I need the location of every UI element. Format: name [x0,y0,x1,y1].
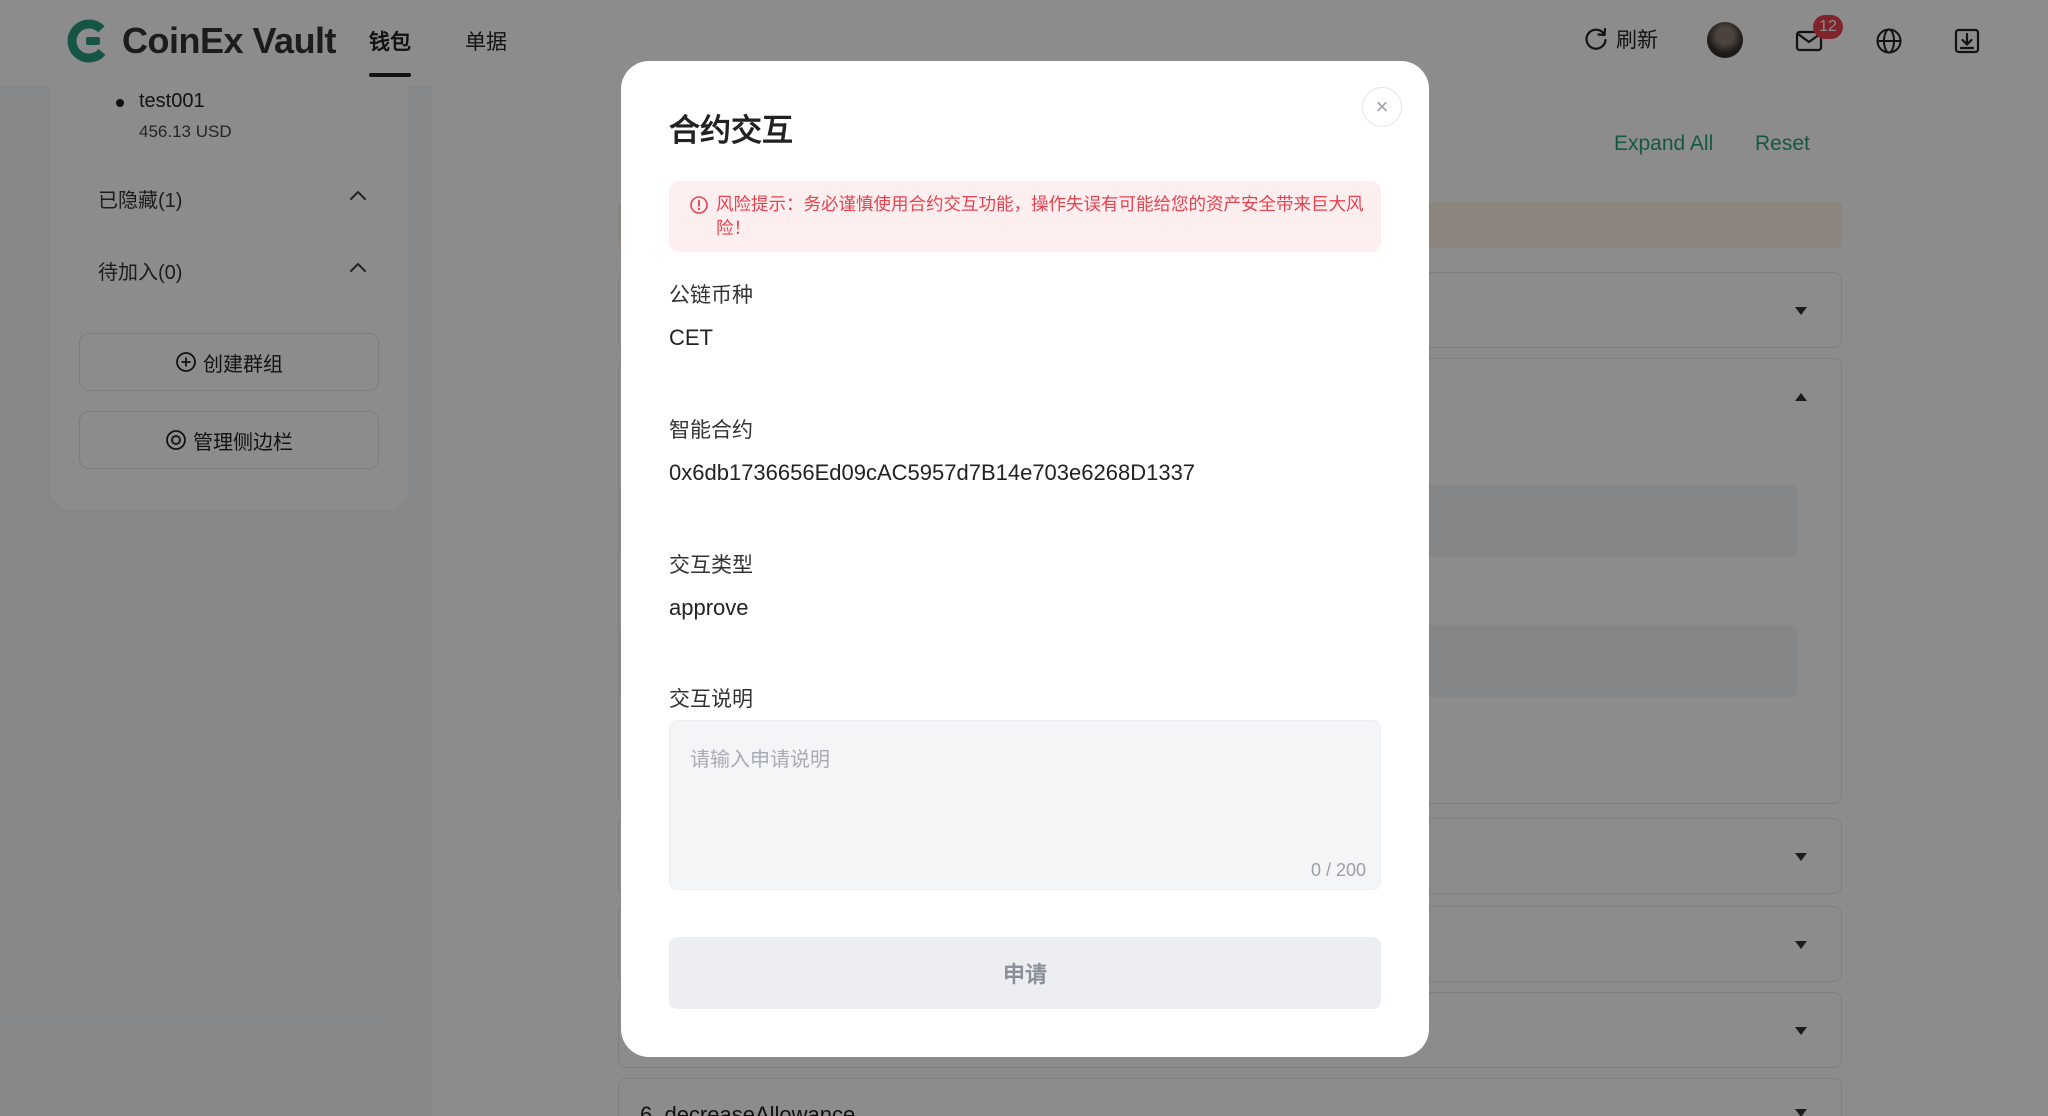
close-icon: × [1375,94,1389,119]
contract-address: 0x6db1736656Ed09cAC5957d7B14e703e6268D13… [669,460,1196,485]
description-textarea[interactable]: 请输入申请说明 0 / 200 [669,720,1381,890]
contract-interaction-modal: 合约交互 × 风险提示：务必谨慎使用合约交互功能，操作失误有可能给您的资产安全带… [621,61,1429,1057]
interaction-type-value: approve [669,595,749,620]
warning-circle-icon [690,196,708,214]
interaction-type-label: 交互类型 [669,554,753,577]
description-char-count: 0 / 200 [1310,860,1366,880]
risk-warning-text: 风险提示：务必谨慎使用合约交互功能，操作失误有可能给您的资产安全带来巨大风险！ [716,194,1364,238]
close-button[interactable]: × [1362,87,1402,127]
description-placeholder: 请输入申请说明 [690,749,830,771]
chain-label: 公链币种 [669,284,753,307]
modal-title: 合约交互 [669,113,793,148]
submit-button[interactable]: 申请 [669,937,1381,1009]
chain-value: CET [669,325,713,350]
contract-label: 智能合约 [669,419,753,442]
description-label: 交互说明 [669,688,753,711]
risk-warning: 风险提示：务必谨慎使用合约交互功能，操作失误有可能给您的资产安全带来巨大风险！ [669,181,1381,252]
